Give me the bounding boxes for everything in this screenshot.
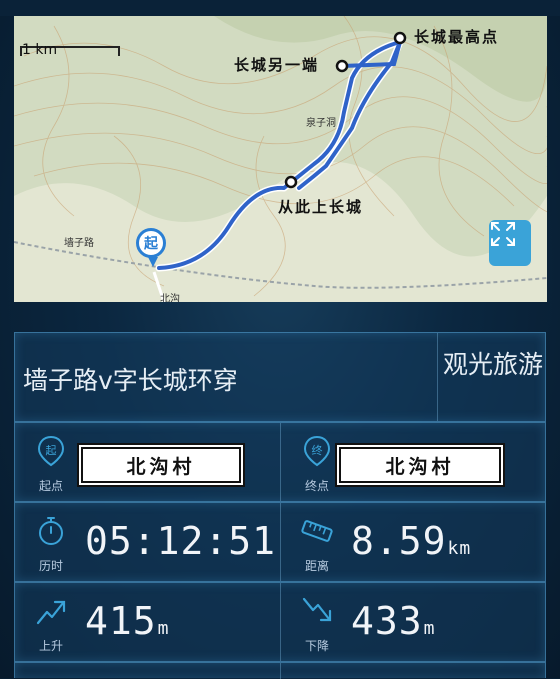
- route-category: 观光旅游: [443, 350, 544, 379]
- descent-label: 下降: [304, 639, 329, 653]
- divider: [280, 663, 281, 679]
- expand-map-button[interactable]: [489, 220, 531, 266]
- waypoint-label-other-end: 长城另一端: [234, 56, 320, 74]
- descent-value: 433: [351, 599, 423, 643]
- start-village: 北沟村: [77, 443, 245, 487]
- descent-cell: 下降 433m: [281, 583, 546, 663]
- duration-value: 05:12:51: [85, 519, 277, 563]
- next-row-partial: [14, 662, 546, 679]
- map-spring-label: 泉子洞: [306, 118, 336, 129]
- trend-down-icon: [302, 597, 332, 622]
- start-icon-text: 起: [46, 444, 57, 457]
- route-map[interactable]: 1 km 长城最高点 长城另一端 从此上长城 墙子路 泉子洞 北沟 起: [14, 16, 547, 302]
- start-point-cell: 起 起点 北沟村: [15, 423, 280, 503]
- start-marker-icon: 起: [37, 435, 65, 467]
- ascent-label: 上升: [38, 639, 63, 653]
- end-village: 北沟村: [335, 443, 505, 487]
- expand-icon: [491, 222, 515, 246]
- ruler-icon: [301, 520, 333, 542]
- ascent-value-wrap: 415m: [85, 599, 169, 643]
- ascent-cell: 上升 415m: [15, 583, 280, 663]
- descent-value-wrap: 433m: [351, 599, 435, 643]
- end-marker-icon: 终: [303, 435, 331, 467]
- start-pin-icon[interactable]: 起: [136, 228, 166, 267]
- distance-value-wrap: 8.59km: [351, 519, 471, 563]
- duration-cell: 历时 05:12:51: [15, 503, 280, 583]
- top-bar: [0, 0, 560, 16]
- map-village-label: 北沟: [160, 294, 180, 302]
- duration-label: 历时: [38, 559, 63, 573]
- scale-label: 1 km: [22, 42, 58, 58]
- trend-up-icon: [36, 600, 66, 625]
- ascent-value: 415: [85, 599, 157, 643]
- distance-unit: km: [447, 538, 472, 559]
- title-divider: [437, 333, 438, 421]
- distance-cell: 距离 8.59km: [281, 503, 546, 583]
- endpoints-row: 起 起点 北沟村 终 终点 北沟村: [14, 422, 546, 502]
- map-road-label: 墙子路: [64, 238, 94, 249]
- end-point-cell: 终 终点 北沟村: [281, 423, 546, 503]
- distance-value: 8.59: [351, 519, 447, 563]
- start-pin-text: 起: [144, 236, 158, 252]
- end-icon-text: 终: [312, 443, 323, 457]
- descent-unit: m: [423, 618, 436, 639]
- ascent-unit: m: [157, 618, 170, 639]
- ascent-descent-row: 上升 415m 下降 433m: [14, 582, 546, 662]
- route-title-panel: 墙子路v字长城环穿 观光旅游: [14, 332, 546, 422]
- duration-distance-row: 历时 05:12:51 距离 8.59km: [14, 502, 546, 582]
- stopwatch-icon: [39, 517, 63, 545]
- distance-label: 距离: [304, 559, 329, 573]
- route-title: 墙子路v字长城环穿: [23, 366, 238, 395]
- waypoint-label-ascend: 从此上长城: [278, 198, 364, 216]
- start-label: 起点: [38, 479, 63, 493]
- waypoint-label-highest: 长城最高点: [414, 28, 500, 46]
